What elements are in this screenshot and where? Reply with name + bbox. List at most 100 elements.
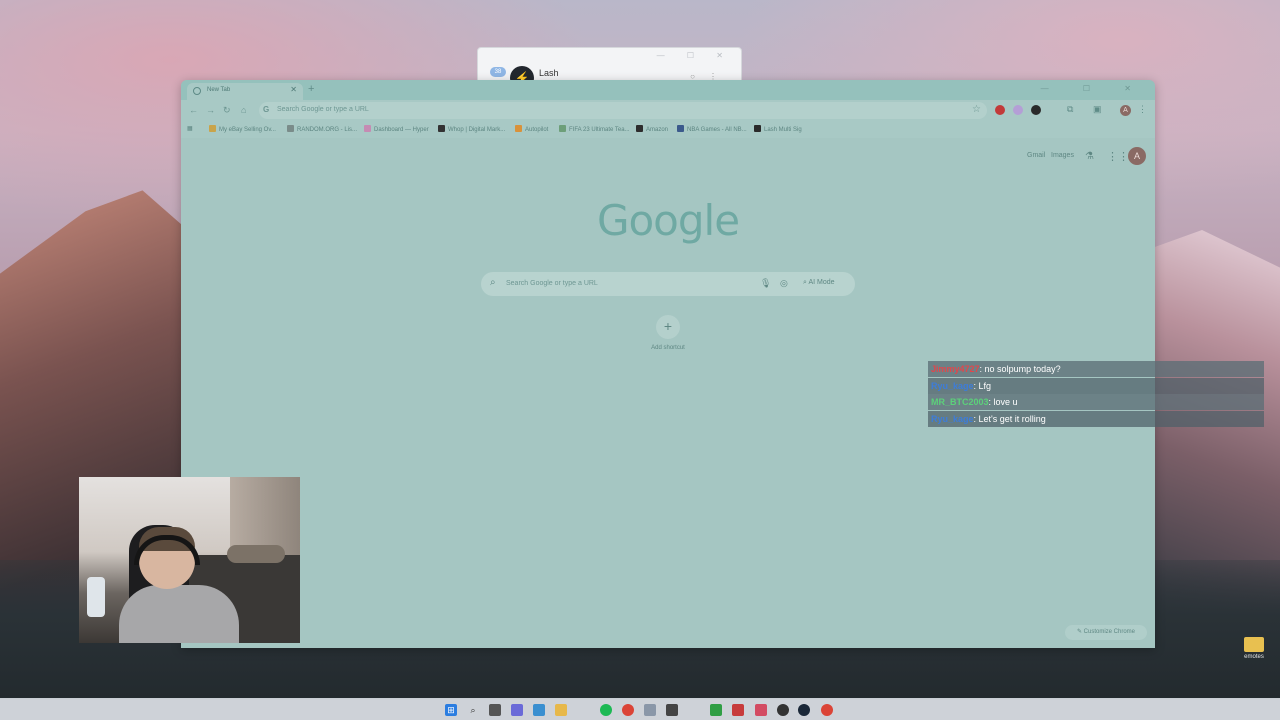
bookmark-label: Dashboard — Hyper [374,127,429,133]
app-icon-5[interactable] [777,704,789,716]
tab-close-icon[interactable]: ✕ [290,85,297,94]
bookmark-label: Autopilot [525,127,549,133]
chat-text: : no solpump today? [979,364,1061,374]
search-icon[interactable]: ⌕ [467,704,479,716]
bookmark-item[interactable]: Dashboard — Hyper [364,125,429,133]
bookmark-favicon-icon [515,125,522,132]
app-window-title: Lash [539,68,559,78]
chrome-icon[interactable] [622,704,634,716]
bookmark-label: Amazon [646,127,669,133]
stream-chat-overlay: Jimmy4727: no solpump today? Ryu_kage: L… [928,361,1264,427]
apps-grid-icon[interactable]: ▦ [187,125,193,132]
bookmark-item[interactable]: RANDOM.ORG - Lis... [287,125,357,133]
window-controls[interactable]: — ☐ ✕ [1041,84,1147,93]
bookmark-label: RANDOM.ORG - Lis... [297,127,358,133]
bookmark-item[interactable]: Lash Multi Sig [754,125,802,133]
chat-username: MR_BTC2003 [931,397,989,407]
back-icon[interactable]: ← [189,105,198,115]
notification-badge: 38 [490,67,506,77]
bookmark-item[interactable]: Autopilot [515,125,548,133]
google-logo: Google [596,196,740,245]
forward-icon[interactable]: → [206,105,215,115]
add-shortcut-label: Add shortcut [651,345,685,351]
bookmark-item[interactable]: My eBay Selling Ov... [209,125,276,133]
gmail-link[interactable]: Gmail [1027,152,1045,159]
address-bar[interactable]: G Search Google or type a URL ☆ [259,102,987,119]
extensions-puzzle-icon[interactable]: ⧉ [1067,104,1073,115]
bookmark-item[interactable]: NBA Games - All NB... [677,125,747,133]
app-icon-3[interactable] [732,704,744,716]
bookmark-favicon-icon [209,125,216,132]
desktop-folder-emotes[interactable]: emotes [1242,637,1266,660]
chat-message: Ryu_kage: Lfg [928,377,1264,394]
chat-text: : Lfg [973,380,992,391]
folder-icon[interactable] [555,704,567,716]
google-g-icon: G [263,105,270,114]
extension-purple-icon[interactable] [1013,105,1023,115]
settings-icon[interactable] [644,704,656,716]
chat-username: Jimmy4727 [931,364,980,374]
xbox-icon[interactable] [710,704,722,716]
windows-start-icon[interactable]: ⊞ [445,704,457,716]
chrome-icon-2[interactable] [821,704,833,716]
chat-username: Ryu_kage [931,413,974,424]
address-bar-placeholder: Search Google or type a URL [277,106,369,113]
add-shortcut-button[interactable]: + [656,315,680,339]
reload-icon[interactable]: ↻ [223,105,231,116]
app-icon-2[interactable] [666,704,678,716]
tab-new-tab[interactable]: New Tab ✕ [187,83,303,100]
customize-chrome-label: Customize Chrome [1083,629,1136,635]
menu-kebab-icon[interactable]: ⋮ [1138,104,1147,115]
profile-avatar[interactable]: A [1128,147,1146,165]
bookmark-label: Whop | Digital Mark... [448,127,506,133]
ntp-search-box[interactable]: ⌕ Search Google or type a URL 🎙 ◎ ⌕ AI M… [481,272,855,296]
images-link[interactable]: Images [1051,152,1074,159]
window-controls[interactable]: — ☐ ✕ [657,51,733,60]
chat-username: Ryu_kage [931,380,974,391]
chat-icon[interactable] [511,704,523,716]
ai-mode-button[interactable]: ⌕ AI Mode [803,279,835,287]
taskbar: ⊞ ⌕ [0,698,1280,720]
webcam-person-body [119,585,239,643]
bookmarks-bar: ▦ My eBay Selling Ov... RANDOM.ORG - Lis… [181,121,1155,138]
desktop-icon-label: emotes [1244,654,1264,660]
chrome-favicon-icon [193,87,201,95]
extension-red-icon[interactable] [995,105,1005,115]
webcam-overlay [79,477,300,643]
task-view-icon[interactable] [489,704,501,716]
spotify-icon[interactable] [600,704,612,716]
ai-mode-label: AI Mode [808,279,835,286]
new-tab-button[interactable]: + [308,83,314,95]
bookmark-favicon-icon [677,125,684,132]
steam-icon[interactable] [798,704,810,716]
search-icon: ⌕ [490,277,496,288]
chat-message: MR_BTC2003: love u [928,394,1264,410]
lens-camera-icon[interactable]: ◎ [780,278,788,289]
bookmark-label: Lash Multi Sig [764,127,802,133]
bookmark-favicon-icon [754,125,761,132]
bookmark-item[interactable]: Amazon [636,125,668,133]
app-icon-4[interactable] [755,704,767,716]
bookmark-favicon-icon [636,125,643,132]
bookmark-item[interactable]: FIFA 23 Ultimate Tea... [559,125,630,133]
bookmark-favicon-icon [559,125,566,132]
labs-flask-icon[interactable]: ⚗ [1085,151,1094,162]
webcam-cat [227,545,285,563]
bookmark-star-icon[interactable]: ☆ [972,104,981,115]
customize-chrome-button[interactable]: ✎ Customize Chrome [1065,625,1147,640]
webcam-bottle [87,577,105,617]
chat-message: Ryu_kage: Let's get it rolling [928,410,1264,427]
tab-strip: New Tab ✕ + — ☐ ✕ [181,80,1155,100]
chat-text: : love u [988,397,1018,407]
google-apps-icon[interactable]: ⋮⋮ [1107,150,1129,163]
app-icon[interactable] [533,704,545,716]
extension-black-icon[interactable] [1031,105,1041,115]
bookmark-favicon-icon [438,125,445,132]
voice-search-icon[interactable]: 🎙 [760,278,771,289]
profile-avatar-small[interactable]: A [1120,105,1131,116]
bookmark-item[interactable]: Whop | Digital Mark... [438,125,505,133]
bookmark-label: FIFA 23 Ultimate Tea... [569,127,630,133]
side-panel-icon[interactable]: ▣ [1093,104,1102,115]
home-icon[interactable]: ⌂ [241,105,246,115]
bookmark-label: NBA Games - All NB... [687,127,747,133]
